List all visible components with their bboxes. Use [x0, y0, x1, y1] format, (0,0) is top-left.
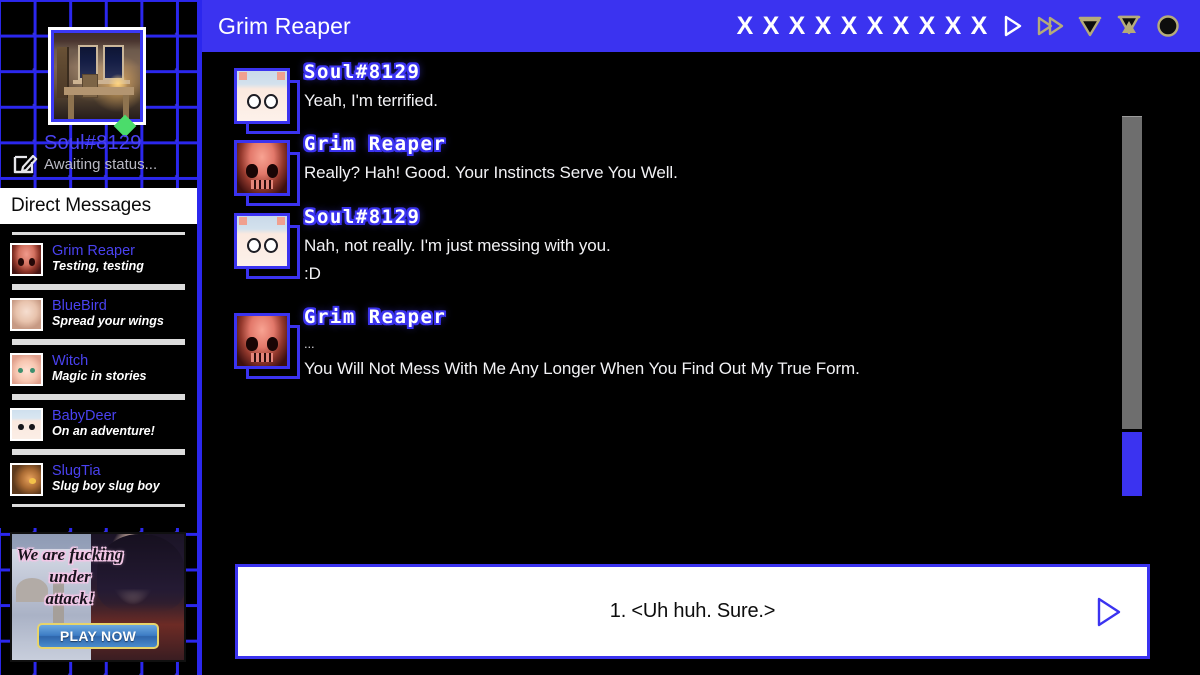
profile-avatar[interactable] — [48, 27, 146, 125]
contact-item-witch[interactable]: Witch Magic in stories — [0, 345, 197, 394]
pencil-square-icon[interactable] — [12, 150, 38, 176]
chat-header-title: Grim Reaper — [218, 12, 351, 39]
choice-text: 1. <Uh huh. Sure.> — [609, 600, 776, 622]
message-avatar[interactable] — [234, 212, 290, 269]
contact-avatar — [10, 243, 43, 276]
contact-avatar — [10, 298, 43, 331]
message-avatar[interactable] — [234, 68, 290, 124]
message-text: Nah, not really. I'm just messing with y… — [304, 235, 611, 255]
chat-scrollbar[interactable] — [1122, 116, 1142, 496]
health-x-icon: X — [814, 11, 832, 40]
contact-avatar — [10, 353, 43, 386]
ad-headline: We are fucking under attack! — [16, 544, 124, 609]
message-text: :D — [304, 263, 321, 283]
play-now-button[interactable]: PLAY NOW — [37, 623, 159, 649]
health-x-icon: X — [866, 11, 884, 40]
health-x-icon: X — [840, 11, 858, 40]
contact-name: BabyDeer — [52, 409, 117, 425]
message-avatar-group — [230, 307, 304, 386]
save-icon[interactable] — [1070, 11, 1109, 41]
health-x-icon: X — [762, 11, 780, 40]
message-avatar-group — [230, 207, 304, 292]
direct-messages-header: Direct Messages — [0, 188, 197, 224]
scrollbar-thumb[interactable] — [1122, 432, 1142, 496]
contact-name: SlugTia — [52, 464, 101, 480]
contact-list: Grim Reaper Testing, testing BlueBird Sp… — [0, 224, 197, 528]
contact-item-grim-reaper[interactable]: Grim Reaper Testing, testing — [0, 235, 197, 284]
profile-username: Soul#8129 — [44, 132, 142, 154]
contact-preview: Spread your wings — [52, 314, 164, 329]
fast-forward-icon[interactable] — [1031, 11, 1070, 41]
chat-header: Grim Reaper X X X X X X X X X X — [202, 0, 1200, 52]
contact-divider — [12, 504, 185, 507]
contact-preview: Slug boy slug boy — [52, 479, 160, 494]
health-x-icon: X — [970, 11, 988, 40]
contact-avatar — [10, 408, 43, 441]
contact-name: Grim Reaper — [52, 244, 135, 260]
contact-preview: On an adventure! — [52, 424, 155, 439]
contact-item-babydeer[interactable]: BabyDeer On an adventure! — [0, 400, 197, 449]
message-item: Grim Reaper Really? Hah! Good. Your Inst… — [230, 134, 1142, 207]
game-window: Soul#8129 Awaiting status... Direct Mess… — [0, 0, 1200, 675]
contact-name: BlueBird — [52, 299, 107, 315]
ad-headline-line-2: under — [49, 566, 91, 586]
message-author: Grim Reaper — [304, 306, 447, 329]
health-x-icon: X — [918, 11, 936, 40]
message-avatar-group — [230, 134, 304, 207]
ad-banner[interactable]: We are fucking under attack! PLAY NOW — [10, 532, 186, 662]
play-icon[interactable] — [992, 11, 1031, 41]
direct-messages-label: Direct Messages — [11, 195, 151, 216]
contact-preview: Testing, testing — [52, 259, 144, 274]
contact-preview: Magic in stories — [52, 369, 147, 384]
scrollbar-track[interactable] — [1122, 116, 1142, 429]
message-body: Soul#8129 Yeah, I'm terrified. — [304, 62, 1142, 118]
message-item: Grim Reaper ... You Will Not Mess With M… — [230, 307, 1142, 386]
message-body: Grim Reaper ... You Will Not Mess With M… — [304, 307, 1142, 386]
message-list: Soul#8129 Yeah, I'm terrified. Grim Reap… — [202, 56, 1142, 546]
message-text: Yeah, I'm terrified. — [304, 90, 438, 110]
message-text: You Will Not Mess With Me Any Longer Whe… — [304, 359, 860, 379]
ad-headline-line-3: attack! — [45, 588, 95, 608]
profile-panel: Soul#8129 Awaiting status... — [0, 0, 197, 188]
health-x-icon: X — [892, 11, 910, 40]
message-item: Soul#8129 Yeah, I'm terrified. — [230, 62, 1142, 134]
chat-panel: Soul#8129 Yeah, I'm terrified. Grim Reap… — [202, 56, 1200, 675]
contact-name: Witch — [52, 354, 89, 370]
message-body: Soul#8129 Nah, not really. I'm just mess… — [304, 205, 1142, 292]
header-underline — [202, 52, 1200, 56]
play-triangle-icon[interactable] — [1091, 595, 1125, 629]
sidebar: Soul#8129 Awaiting status... Direct Mess… — [0, 0, 197, 675]
header-controls: X X X X X X X X X X — [732, 11, 1200, 41]
contact-item-slugtia[interactable]: SlugTia Slug boy slug boy — [0, 455, 197, 504]
message-author: Soul#8129 — [304, 205, 421, 228]
message-body: Grim Reaper Really? Hah! Good. Your Inst… — [304, 134, 1142, 190]
message-text: Really? Hah! Good. Your Instincts Serve … — [304, 163, 678, 183]
profile-avatar-border — [51, 30, 143, 122]
health-x-icon: X — [736, 11, 754, 40]
message-author: Grim Reaper — [304, 133, 447, 156]
health-x-icon: X — [788, 11, 806, 40]
ad-headline-line-1: We are fucking — [16, 545, 124, 564]
health-x-icon: X — [944, 11, 962, 40]
sidebar-divider — [197, 0, 202, 675]
message-author: Soul#8129 — [304, 61, 421, 83]
contact-item-bluebird[interactable]: BlueBird Spread your wings — [0, 290, 197, 339]
message-text: ... — [304, 336, 315, 352]
profile-status-text: Awaiting status... — [44, 156, 158, 173]
load-icon[interactable] — [1109, 11, 1148, 41]
message-item: Soul#8129 Nah, not really. I'm just mess… — [230, 205, 1142, 292]
record-icon[interactable] — [1148, 11, 1187, 41]
message-avatar-group — [230, 62, 304, 134]
contact-avatar — [10, 463, 43, 496]
message-avatar[interactable] — [234, 140, 290, 197]
choice-box[interactable]: 1. <Uh huh. Sure.> — [235, 564, 1150, 659]
message-avatar[interactable] — [234, 313, 290, 370]
